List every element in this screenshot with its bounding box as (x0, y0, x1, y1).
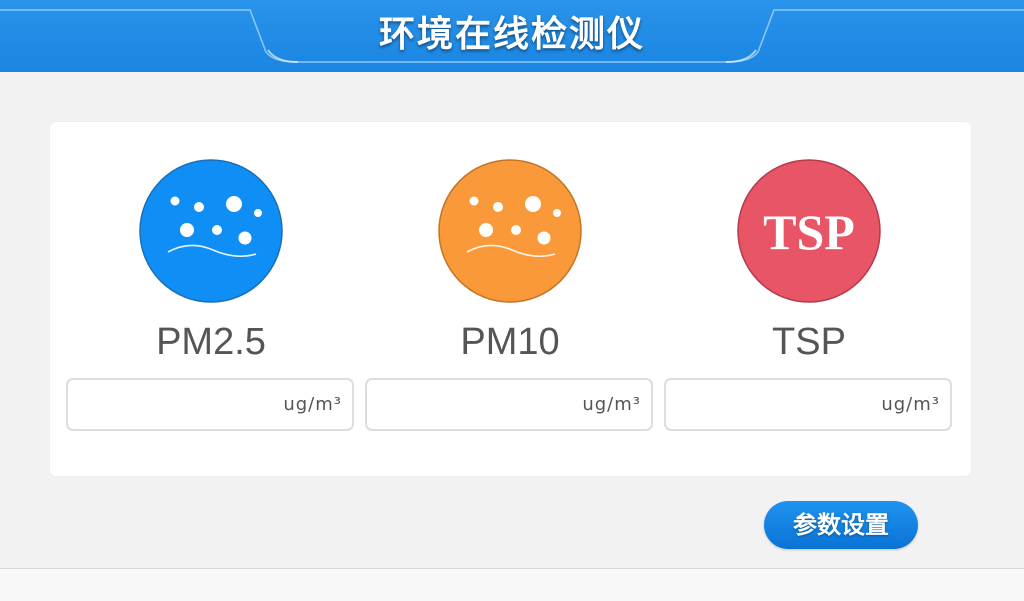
unit-label: ug/m³ (582, 394, 641, 415)
sensor-pm25: PM2.5 ug/m³ (66, 122, 356, 476)
pm25-value-field[interactable]: ug/m³ (66, 378, 354, 431)
sensor-name: PM2.5 (156, 321, 266, 363)
tsp-value-input[interactable] (676, 388, 870, 422)
tsp-icon: TSP (736, 158, 882, 304)
pm10-value-field[interactable]: ug/m³ (365, 378, 653, 431)
header-bar: 环境在线检测仪 (0, 0, 1024, 72)
pm10-value-input[interactable] (377, 388, 571, 422)
footer-strip (0, 568, 1024, 601)
svg-text:TSP: TSP (763, 204, 855, 260)
pm25-value-input[interactable] (78, 388, 272, 422)
unit-label: ug/m³ (881, 394, 940, 415)
settings-button[interactable]: 参数设置 (764, 501, 918, 549)
sensor-name: PM10 (460, 321, 560, 363)
page-title: 环境在线检测仪 (378, 14, 645, 55)
unit-label: ug/m³ (283, 394, 342, 415)
dust-particles-icon (437, 158, 583, 304)
sensor-tsp: TSP TSP ug/m³ (664, 122, 954, 476)
sensor-card: PM2.5 ug/m³ PM10 ug/m³ TSP TSP ug/m³ (50, 122, 971, 476)
sensor-name: TSP (772, 321, 846, 363)
tsp-value-field[interactable]: ug/m³ (664, 378, 952, 431)
dust-particles-icon (138, 158, 284, 304)
sensor-pm10: PM10 ug/m³ (365, 122, 655, 476)
